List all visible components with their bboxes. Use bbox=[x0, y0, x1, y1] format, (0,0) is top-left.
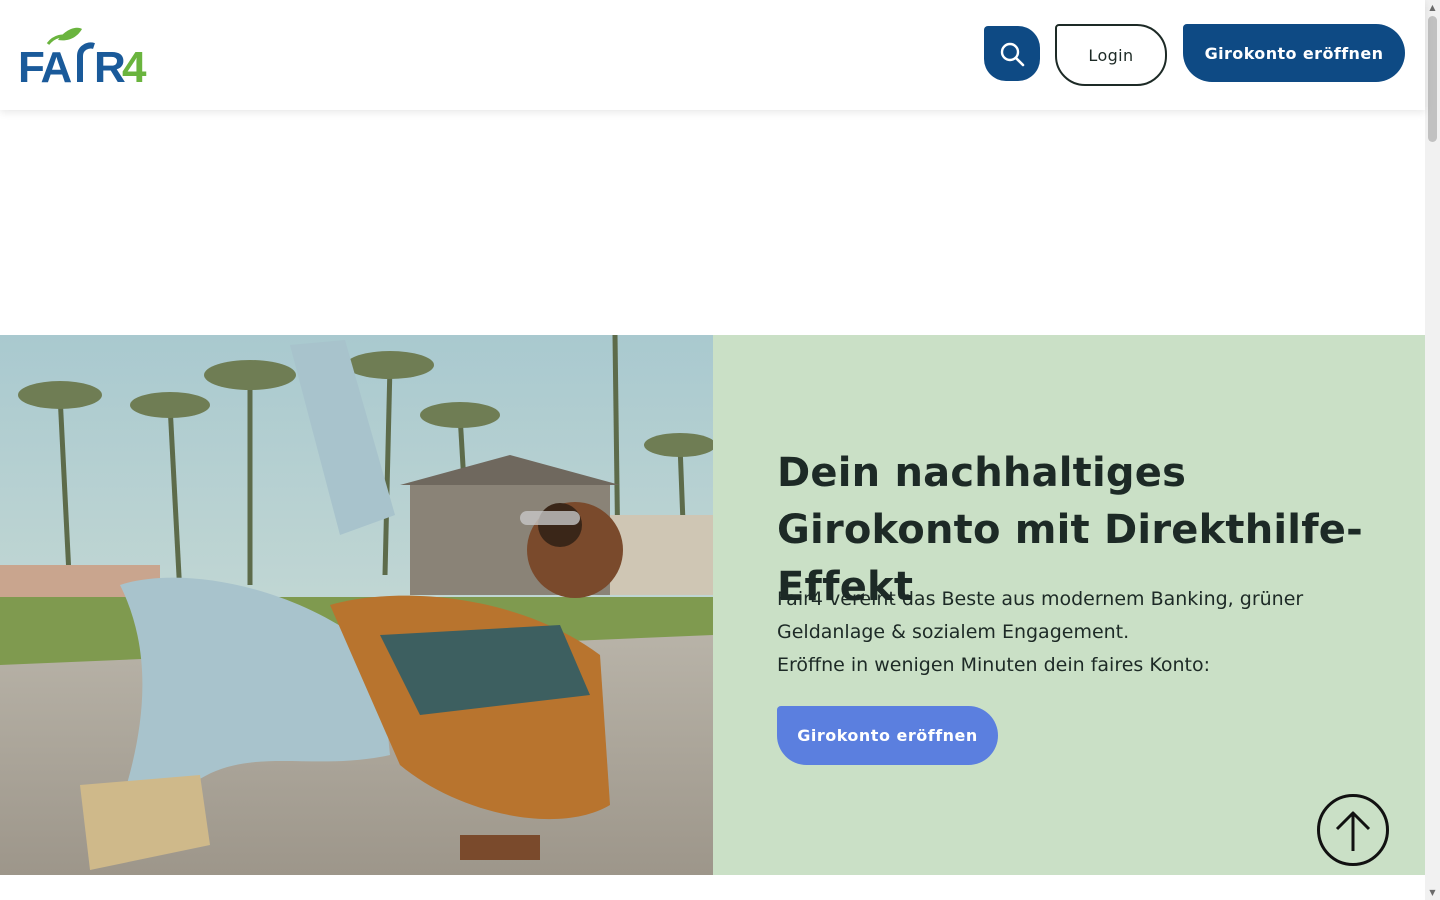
search-icon bbox=[1000, 42, 1025, 66]
hero-section: Dein nachhaltiges Girokonto mit Direkthi… bbox=[0, 335, 1425, 875]
open-account-hero-label: Girokonto eröffnen bbox=[797, 726, 978, 745]
scroll-up-arrow-icon[interactable]: ▲ bbox=[1425, 0, 1440, 15]
arrow-up-icon bbox=[1335, 811, 1371, 851]
svg-text:4: 4 bbox=[122, 43, 147, 86]
site-header: FA R 4 Login Girokonto eröffnen bbox=[0, 0, 1425, 110]
fair4-logo-graphic: FA R 4 bbox=[18, 27, 147, 86]
open-account-header-button[interactable]: Girokonto eröffnen bbox=[1183, 24, 1405, 82]
scroll-down-arrow-icon[interactable]: ▼ bbox=[1425, 885, 1440, 900]
hero-content-panel: Dein nachhaltiges Girokonto mit Direkthi… bbox=[713, 335, 1425, 875]
open-account-hero-button[interactable]: Girokonto eröffnen bbox=[777, 706, 998, 765]
svg-text:FA: FA bbox=[18, 43, 71, 86]
login-button-label: Login bbox=[1088, 45, 1134, 65]
page-scrollbar[interactable]: ▲ ▼ bbox=[1425, 0, 1440, 900]
hero-photo-illustration bbox=[0, 335, 713, 875]
hero-description-line: Geldanlage & sozialem Engagement. bbox=[777, 621, 1130, 643]
hero-description: Fair4 vereint das Beste aus modernem Ban… bbox=[777, 583, 1377, 682]
hero-description-line: Fair4 vereint das Beste aus modernem Ban… bbox=[777, 588, 1304, 610]
hero-description-line: Eröffne in wenigen Minuten dein faires K… bbox=[777, 654, 1211, 676]
login-button[interactable]: Login bbox=[1055, 24, 1167, 86]
hero-photo bbox=[0, 335, 713, 875]
scrollbar-thumb[interactable] bbox=[1428, 16, 1437, 142]
scroll-to-top-button[interactable] bbox=[1317, 794, 1389, 866]
open-account-header-label: Girokonto eröffnen bbox=[1204, 43, 1384, 63]
svg-text:R: R bbox=[94, 43, 126, 86]
fair4-logo[interactable]: FA R 4 bbox=[18, 26, 153, 86]
search-button[interactable] bbox=[984, 26, 1040, 81]
